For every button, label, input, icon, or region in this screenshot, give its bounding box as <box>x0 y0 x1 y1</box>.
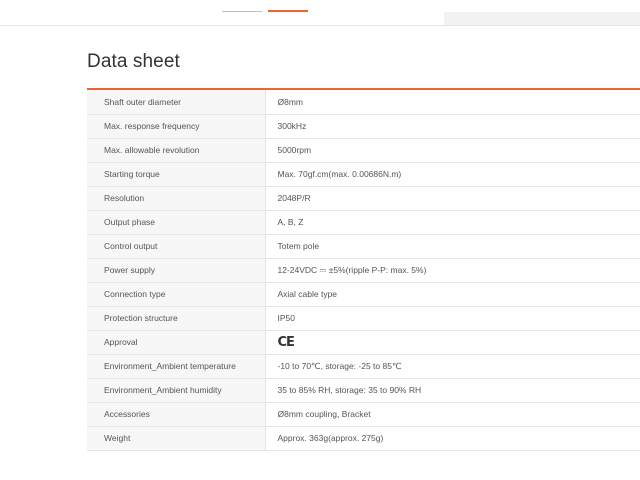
table-row: Starting torque Max. 70gf.cm(max. 0.0068… <box>87 162 640 187</box>
row-label: Max. allowable revolution <box>87 138 266 163</box>
table-row: Max. allowable revolution 5000rpm <box>87 138 640 163</box>
table-row: Control output Totem pole <box>87 234 640 259</box>
table-row: Approval CE <box>87 330 640 355</box>
table-row: Connection type Axial cable type <box>87 282 640 307</box>
row-label: Shaft outer diameter <box>87 90 266 115</box>
row-value: 2048P/R <box>265 186 640 211</box>
row-value: Ø8mm <box>265 90 640 115</box>
table-row: Accessories Ø8mm coupling, Bracket <box>87 402 640 427</box>
tab-indicator-inactive[interactable] <box>222 11 262 12</box>
row-label: Resolution <box>87 186 266 211</box>
top-navigation-strip <box>0 0 640 26</box>
row-value: 35 to 85% RH, storage: 35 to 90% RH <box>265 378 640 403</box>
row-value: Approx. 363g(approx. 275g) <box>265 426 640 451</box>
row-label: Power supply <box>87 258 266 283</box>
row-label: Accessories <box>87 402 266 427</box>
row-label: Starting torque <box>87 162 266 187</box>
row-value: Ø8mm coupling, Bracket <box>265 402 640 427</box>
table-row: Environment_Ambient humidity 35 to 85% R… <box>87 378 640 403</box>
row-value: 5000rpm <box>265 138 640 163</box>
ce-mark-icon: CE <box>277 334 295 350</box>
table-row: Environment_Ambient temperature -10 to 7… <box>87 354 640 379</box>
row-value: Axial cable type <box>265 282 640 307</box>
row-label: Output phase <box>87 210 266 235</box>
row-value: 300kHz <box>265 114 640 139</box>
row-value: A, B, Z <box>265 210 640 235</box>
row-label: Connection type <box>87 282 266 307</box>
row-value: -10 to 70℃, storage: -25 to 85℃ <box>265 354 640 379</box>
row-value: Max. 70gf.cm(max. 0.00686N.m) <box>265 162 640 187</box>
row-label: Weight <box>87 426 266 451</box>
row-label: Environment_Ambient temperature <box>87 354 266 379</box>
table-row: Weight Approx. 363g(approx. 275g) <box>87 426 640 451</box>
row-label: Control output <box>87 234 266 259</box>
table-row: Shaft outer diameter Ø8mm <box>87 90 640 115</box>
tab-indicator-active[interactable] <box>268 10 308 12</box>
row-label: Approval <box>87 330 266 355</box>
table-row: Max. response frequency 300kHz <box>87 114 640 139</box>
row-value: CE <box>265 330 640 355</box>
top-right-panel <box>444 12 640 25</box>
page-title: Data sheet <box>87 51 180 72</box>
row-value: IP50 <box>265 306 640 331</box>
table-row: Resolution 2048P/R <box>87 186 640 211</box>
table-row: Power supply 12-24VDC ⎓ ±5%(ripple P-P: … <box>87 258 640 283</box>
table-row: Output phase A, B, Z <box>87 210 640 235</box>
row-label: Max. response frequency <box>87 114 266 139</box>
datasheet-table-container: Shaft outer diameter Ø8mm Max. response … <box>87 88 640 451</box>
row-value: 12-24VDC ⎓ ±5%(ripple P-P: max. 5%) <box>265 258 640 283</box>
datasheet-table: Shaft outer diameter Ø8mm Max. response … <box>87 90 640 451</box>
row-value: Totem pole <box>265 234 640 259</box>
row-label: Environment_Ambient humidity <box>87 378 266 403</box>
row-label: Protection structure <box>87 306 266 331</box>
table-row: Protection structure IP50 <box>87 306 640 331</box>
